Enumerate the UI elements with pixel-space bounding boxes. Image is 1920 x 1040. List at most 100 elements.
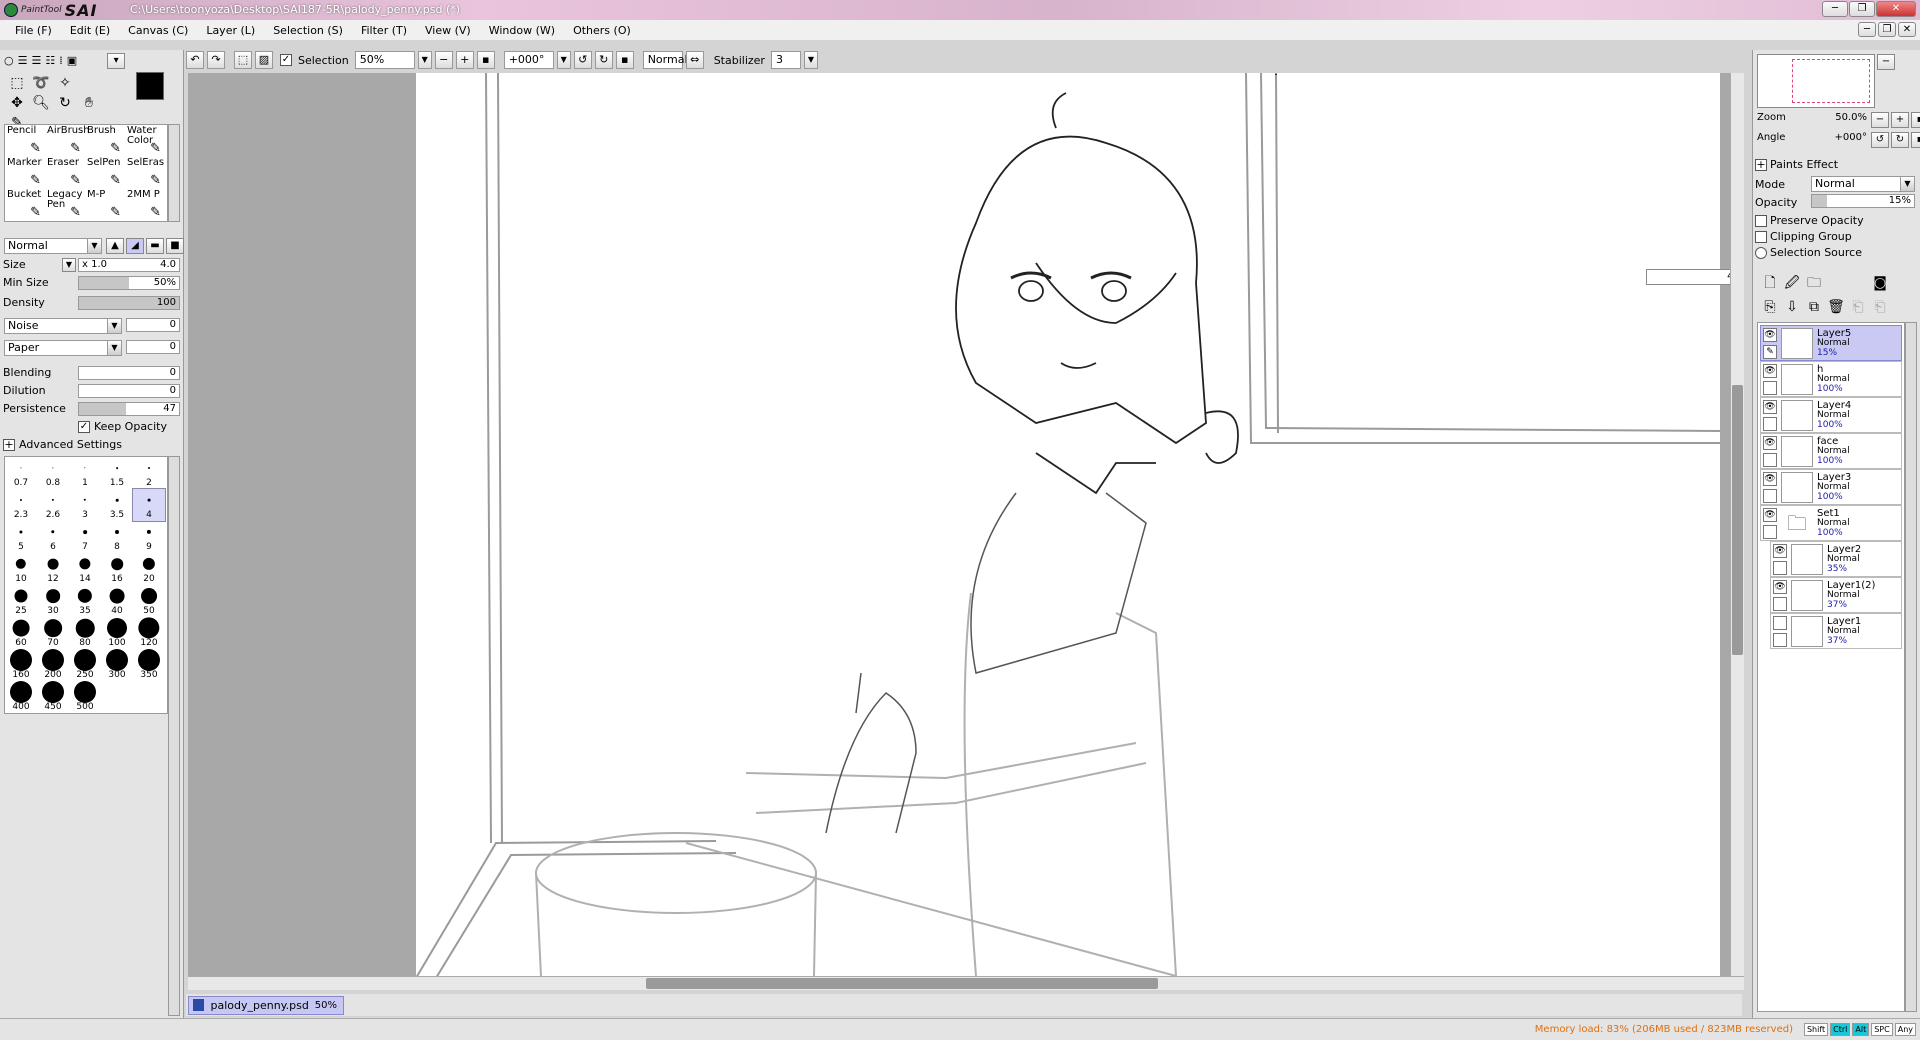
- layer-edit-icon[interactable]: [1763, 453, 1777, 467]
- brush-size-preset[interactable]: 0.7: [5, 457, 37, 489]
- navigator-view-rect[interactable]: [1792, 59, 1870, 103]
- advanced-settings-toggle[interactable]: + Advanced Settings: [3, 438, 122, 451]
- lasso-icon[interactable]: ➰: [30, 74, 52, 92]
- redo-icon[interactable]: ↷: [207, 51, 225, 69]
- brush-size-preset[interactable]: 0.8: [37, 457, 69, 489]
- deselect-icon[interactable]: ⬚: [234, 51, 252, 69]
- maximize-button[interactable]: ❐: [1849, 1, 1875, 17]
- brush-size-preset[interactable]: 120: [133, 617, 165, 649]
- invert-selection-icon[interactable]: ▨: [255, 51, 273, 69]
- transfer-down-icon[interactable]: ⇩: [1781, 298, 1803, 316]
- min-size-slider[interactable]: 50%: [78, 276, 180, 290]
- brush-tool[interactable]: AirBrush ✎: [45, 125, 90, 157]
- eye-icon[interactable]: 👁︎: [1773, 580, 1787, 594]
- brush-size-preset[interactable]: 10: [5, 553, 37, 585]
- layer-row[interactable]: 👁︎ face Normal 100%: [1760, 433, 1902, 469]
- size-slider[interactable]: x 1.0 4.0: [78, 258, 180, 272]
- brush-tool[interactable]: Bucket ✎: [5, 189, 45, 221]
- brush-size-preset[interactable]: 1: [69, 457, 101, 489]
- brush-grid-scrollbar[interactable]: [168, 124, 180, 222]
- paper-select[interactable]: Paper ▼: [4, 340, 122, 356]
- dilution-slider[interactable]: 0: [78, 384, 180, 398]
- brush-size-preset[interactable]: 7: [69, 521, 101, 553]
- menu-item[interactable]: Filter (T): [352, 24, 416, 37]
- brush-size-preset[interactable]: 80: [69, 617, 101, 649]
- layer-mode-select[interactable]: Normal ▼: [1811, 176, 1915, 192]
- menu-item[interactable]: Edit (E): [61, 24, 119, 37]
- brush-tool[interactable]: Eraser ✎: [45, 157, 85, 189]
- clipping-group-checkbox[interactable]: [1755, 230, 1767, 243]
- rotate-left-icon[interactable]: ↺: [1871, 132, 1889, 148]
- brush-size-preset[interactable]: 100: [101, 617, 133, 649]
- blending-slider[interactable]: 0: [78, 366, 180, 380]
- menu-item[interactable]: Window (W): [480, 24, 564, 37]
- horizontal-scrollbar[interactable]: [188, 976, 1744, 990]
- rotate-right-icon[interactable]: ↻: [594, 51, 613, 69]
- brush-size-preset[interactable]: 300: [101, 649, 133, 681]
- brush-size-preset[interactable]: 2.3: [5, 489, 37, 521]
- vertical-scrollbar[interactable]: [1730, 73, 1744, 976]
- hand-icon[interactable]: ✋︎: [78, 94, 100, 112]
- doc-close-button[interactable]: ✕: [1898, 22, 1916, 37]
- brush-size-preset[interactable]: 35: [69, 585, 101, 617]
- eye-icon[interactable]: 👁︎: [1763, 436, 1777, 450]
- brush-size-preset[interactable]: 70: [37, 617, 69, 649]
- brush-blend-mode-select[interactable]: Normal ▼: [4, 238, 102, 254]
- eye-icon[interactable]: 👁︎: [1773, 544, 1787, 558]
- undo-icon[interactable]: ↶: [186, 51, 204, 69]
- brush-size-preset[interactable]: 60: [5, 617, 37, 649]
- brush-size-scrollbar[interactable]: [168, 456, 180, 1016]
- rect-select-icon[interactable]: ⬚: [6, 74, 28, 92]
- brush-size-preset[interactable]: 25: [5, 585, 37, 617]
- brush-size-preset[interactable]: 16: [101, 553, 133, 585]
- layer-row[interactable]: 👁︎ Layer1(2) Normal 37%: [1770, 577, 1902, 613]
- persistence-slider[interactable]: 47: [78, 402, 180, 416]
- stabilizer-dropdown[interactable]: ▼: [803, 51, 818, 69]
- rotate-right-icon[interactable]: ↻: [1891, 132, 1909, 148]
- noise-value-field[interactable]: 0: [126, 318, 180, 332]
- zoom-dropdown[interactable]: ▼: [417, 51, 432, 69]
- eye-icon[interactable]: 👁︎: [1763, 508, 1777, 522]
- layer-row[interactable]: 👁︎ h Normal 100%: [1760, 361, 1902, 397]
- circle-icon[interactable]: ○: [4, 52, 14, 70]
- noise-select[interactable]: Noise ▼: [4, 318, 122, 334]
- brush-tool[interactable]: 2MM P ✎: [125, 189, 165, 221]
- layer-row[interactable]: 👁︎ Layer2 Normal 35%: [1770, 541, 1902, 577]
- brush-size-preset[interactable]: 1.5: [101, 457, 133, 489]
- brush-size-preset[interactable]: 8: [101, 521, 133, 553]
- brush-size-preset[interactable]: 9: [133, 521, 165, 553]
- shape-sharp-icon[interactable]: ▲: [106, 238, 124, 254]
- menu-item[interactable]: Layer (L): [197, 24, 264, 37]
- new-layer-icon[interactable]: 🗋︎: [1759, 274, 1781, 292]
- brush-tool[interactable]: SelPen ✎: [85, 157, 125, 189]
- list-view-icon[interactable]: ☰: [18, 52, 28, 70]
- density-slider[interactable]: 100: [78, 296, 180, 310]
- shape-square-icon[interactable]: ■: [166, 238, 184, 254]
- flip-icon[interactable]: ⇔: [685, 51, 704, 69]
- brush-size-preset[interactable]: 3: [69, 489, 101, 521]
- shape-round-icon[interactable]: ◢: [126, 238, 144, 254]
- zoom-reset-icon[interactable]: ▪: [476, 51, 495, 69]
- brush-size-preset[interactable]: 250: [69, 649, 101, 681]
- brush-tool[interactable]: Brush ✎: [85, 125, 125, 157]
- close-button[interactable]: ✕: [1876, 1, 1916, 17]
- layer-edit-icon[interactable]: [1763, 489, 1777, 503]
- brush-size-preset[interactable]: 350: [133, 649, 165, 681]
- paper-value-field[interactable]: 0: [126, 340, 180, 354]
- navigator-zoom-out-icon[interactable]: −: [1877, 54, 1895, 70]
- eye-icon[interactable]: [1773, 616, 1787, 630]
- brush-size-preset[interactable]: 5: [5, 521, 37, 553]
- move-icon[interactable]: ✥: [6, 94, 28, 112]
- brush-tool[interactable]: Marker ✎: [5, 157, 45, 189]
- rotate-reset-icon[interactable]: ▪: [1911, 132, 1920, 148]
- document-tab[interactable]: palody_penny.psd 50%: [188, 996, 344, 1015]
- trash-icon[interactable]: 🗑︎: [1825, 298, 1847, 316]
- brush-size-preset[interactable]: 160: [5, 649, 37, 681]
- new-folder-icon[interactable]: 🗀︎: [1803, 274, 1825, 292]
- brush-size-preset[interactable]: 500: [69, 681, 101, 713]
- doc-restore-button[interactable]: ❐: [1878, 22, 1896, 37]
- zoom-field[interactable]: 50%: [354, 51, 415, 69]
- layer-row[interactable]: 👁︎ 🗀︎ Set1 Normal 100%: [1760, 505, 1902, 541]
- eye-icon[interactable]: 👁︎: [1763, 364, 1777, 378]
- menu-item[interactable]: Others (O): [564, 24, 640, 37]
